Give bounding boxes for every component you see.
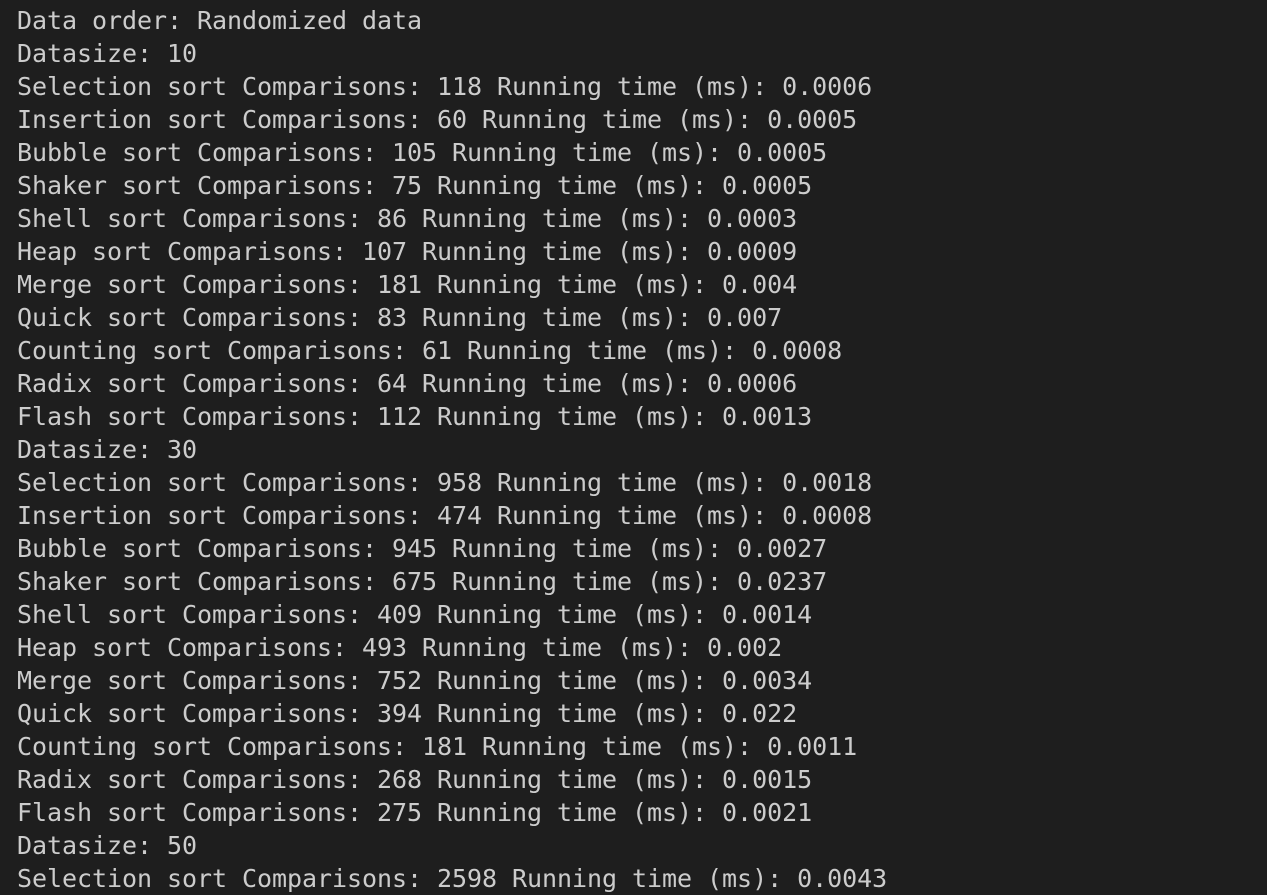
terminal-line: Data order: Randomized data (17, 6, 423, 35)
terminal-line: Insertion sort Comparisons: 60 Running t… (17, 105, 858, 134)
terminal-line: Shell sort Comparisons: 409 Running time… (17, 600, 813, 629)
terminal-line: Selection sort Comparisons: 958 Running … (17, 468, 873, 497)
terminal-line: Quick sort Comparisons: 394 Running time… (17, 699, 798, 728)
terminal-line: Radix sort Comparisons: 268 Running time… (17, 765, 813, 794)
terminal-output: Data order: Randomized data Datasize: 10… (17, 4, 887, 895)
terminal-line: Quick sort Comparisons: 83 Running time … (17, 303, 783, 332)
terminal-line: Flash sort Comparisons: 275 Running time… (17, 798, 813, 827)
terminal-line: Counting sort Comparisons: 181 Running t… (17, 732, 858, 761)
terminal-line: Selection sort Comparisons: 118 Running … (17, 72, 873, 101)
terminal-line: Shell sort Comparisons: 86 Running time … (17, 204, 798, 233)
terminal-line: Datasize: 10 (17, 39, 198, 68)
terminal-line: Merge sort Comparisons: 752 Running time… (17, 666, 813, 695)
terminal-line: Bubble sort Comparisons: 105 Running tim… (17, 138, 828, 167)
terminal-line: Datasize: 30 (17, 435, 198, 464)
terminal-line: Radix sort Comparisons: 64 Running time … (17, 369, 798, 398)
terminal-line: Heap sort Comparisons: 493 Running time … (17, 633, 783, 662)
terminal-line: Selection sort Comparisons: 2598 Running… (17, 864, 888, 893)
terminal-line: Merge sort Comparisons: 181 Running time… (17, 270, 798, 299)
terminal-panel[interactable]: Data order: Randomized data Datasize: 10… (0, 0, 1267, 895)
terminal-line: Datasize: 50 (17, 831, 198, 860)
terminal-line: Counting sort Comparisons: 61 Running ti… (17, 336, 843, 365)
terminal-line: Shaker sort Comparisons: 75 Running time… (17, 171, 813, 200)
terminal-line: Insertion sort Comparisons: 474 Running … (17, 501, 873, 530)
terminal-line: Flash sort Comparisons: 112 Running time… (17, 402, 813, 431)
terminal-line: Bubble sort Comparisons: 945 Running tim… (17, 534, 828, 563)
terminal-line: Heap sort Comparisons: 107 Running time … (17, 237, 798, 266)
terminal-line: Shaker sort Comparisons: 675 Running tim… (17, 567, 828, 596)
